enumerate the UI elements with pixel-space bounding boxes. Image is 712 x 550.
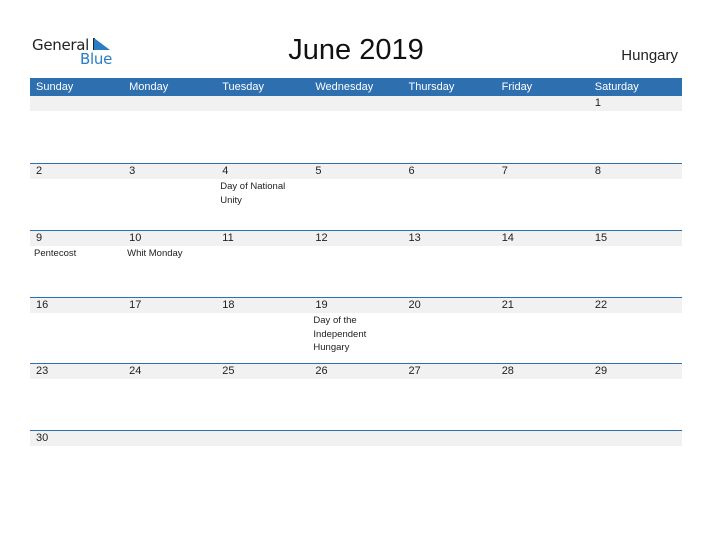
day-number: 29 bbox=[594, 365, 608, 377]
day-cell bbox=[403, 96, 496, 163]
calendar-title: June 2019 bbox=[288, 34, 424, 66]
day-cell: 10 Whit Monday bbox=[123, 231, 216, 298]
day-cell: 25 bbox=[216, 364, 309, 431]
day-number: 23 bbox=[36, 365, 49, 377]
day-number: 14 bbox=[501, 232, 514, 244]
day-number: 2 bbox=[36, 165, 43, 177]
week-row: 16 17 18 19 Day of the Independent Hungary 20… bbox=[30, 297, 682, 365]
holiday-label: Day of the Independent Hungary bbox=[313, 315, 367, 353]
day-cell: 24 bbox=[123, 364, 216, 431]
holiday-label: Pentecost bbox=[34, 248, 77, 259]
day-number: 26 bbox=[315, 365, 328, 377]
day-cell: 28 bbox=[496, 364, 589, 431]
day-cell: 1 bbox=[589, 96, 682, 163]
day-cell: 14 bbox=[496, 231, 589, 298]
day-cell bbox=[309, 96, 402, 163]
week-row: 30 bbox=[30, 430, 682, 498]
day-cell: 20 bbox=[403, 298, 496, 365]
day-cell: 29 bbox=[589, 364, 682, 431]
day-number: 30 bbox=[36, 432, 49, 444]
day-number: 5 bbox=[315, 165, 322, 177]
weekday-wednesday: Wednesday bbox=[315, 81, 374, 93]
day-cell bbox=[123, 431, 216, 498]
day-cell: 26 bbox=[309, 364, 402, 431]
day-cell bbox=[216, 431, 309, 498]
day-number: 16 bbox=[36, 299, 49, 311]
day-cell bbox=[216, 96, 309, 163]
day-cell: 5 bbox=[309, 164, 402, 231]
day-cell: 30 bbox=[30, 431, 123, 498]
day-number: 7 bbox=[501, 165, 508, 177]
day-number: 8 bbox=[594, 165, 601, 177]
day-cell: 3 bbox=[123, 164, 216, 231]
day-number: 22 bbox=[594, 299, 608, 311]
weekday-sunday: Sunday bbox=[36, 81, 74, 93]
day-cell: 23 bbox=[30, 364, 123, 431]
day-number: 17 bbox=[129, 299, 142, 311]
week-row: 9 Pentecost 10 Whit Monday 11 12 13 14 15 bbox=[30, 230, 682, 298]
day-number: 3 bbox=[129, 165, 136, 177]
weekday-tuesday: Tuesday bbox=[222, 81, 265, 93]
day-cell bbox=[496, 96, 589, 163]
week-row: 23 24 25 26 27 28 29 bbox=[30, 363, 682, 431]
day-cell: 4 Day of National Unity bbox=[216, 164, 309, 231]
day-number: 10 bbox=[129, 232, 142, 244]
day-cell bbox=[589, 431, 682, 498]
day-number: 9 bbox=[36, 232, 43, 244]
day-cell: 16 bbox=[30, 298, 123, 365]
day-cell: 13 bbox=[403, 231, 496, 298]
day-number: 13 bbox=[408, 232, 421, 244]
day-cell bbox=[123, 96, 216, 163]
day-cell: 27 bbox=[403, 364, 496, 431]
day-cell bbox=[30, 96, 123, 163]
day-cell: 7 bbox=[496, 164, 589, 231]
day-cell bbox=[403, 431, 496, 498]
day-cell: 11 bbox=[216, 231, 309, 298]
day-cell: 21 bbox=[496, 298, 589, 365]
week-row: 1 bbox=[30, 96, 682, 163]
day-number: 15 bbox=[594, 232, 608, 244]
day-cell: 17 bbox=[123, 298, 216, 365]
country-label: Hungary bbox=[621, 47, 678, 64]
day-cell: 19 Day of the Independent Hungary bbox=[309, 298, 402, 365]
day-number: 6 bbox=[408, 165, 415, 177]
weekday-monday: Monday bbox=[129, 81, 169, 93]
day-cell bbox=[496, 431, 589, 498]
holiday-label: Day of National Unity bbox=[220, 181, 286, 206]
day-cell: 15 bbox=[589, 231, 682, 298]
weekday-header: Sunday Monday Tuesday Wednesday Thursday… bbox=[30, 78, 682, 96]
day-number: 4 bbox=[222, 165, 229, 177]
day-number: 19 bbox=[315, 299, 328, 311]
day-number: 18 bbox=[222, 299, 235, 311]
weekday-thursday: Thursday bbox=[408, 81, 455, 93]
day-number: 27 bbox=[408, 365, 421, 377]
day-cell: 12 bbox=[309, 231, 402, 298]
week-row: 2 3 4 Day of National Unity 5 6 7 8 bbox=[30, 163, 682, 231]
weekday-friday: Friday bbox=[501, 81, 533, 93]
day-cell: 2 bbox=[30, 164, 123, 231]
day-cell: 18 bbox=[216, 298, 309, 365]
day-number: 24 bbox=[129, 365, 142, 377]
day-number: 1 bbox=[594, 97, 601, 109]
day-number: 25 bbox=[222, 365, 235, 377]
day-cell bbox=[309, 431, 402, 498]
weekday-saturday: Saturday bbox=[594, 81, 639, 93]
day-cell: 22 bbox=[589, 298, 682, 365]
day-number: 20 bbox=[408, 299, 421, 311]
day-number: 11 bbox=[222, 232, 234, 244]
holiday-label: Whit Monday bbox=[127, 248, 183, 259]
day-number: 12 bbox=[315, 232, 328, 244]
day-number: 28 bbox=[501, 365, 514, 377]
day-cell: 9 Pentecost bbox=[30, 231, 123, 298]
day-number: 21 bbox=[501, 299, 514, 311]
day-cell: 6 bbox=[403, 164, 496, 231]
day-cell: 8 bbox=[589, 164, 682, 231]
